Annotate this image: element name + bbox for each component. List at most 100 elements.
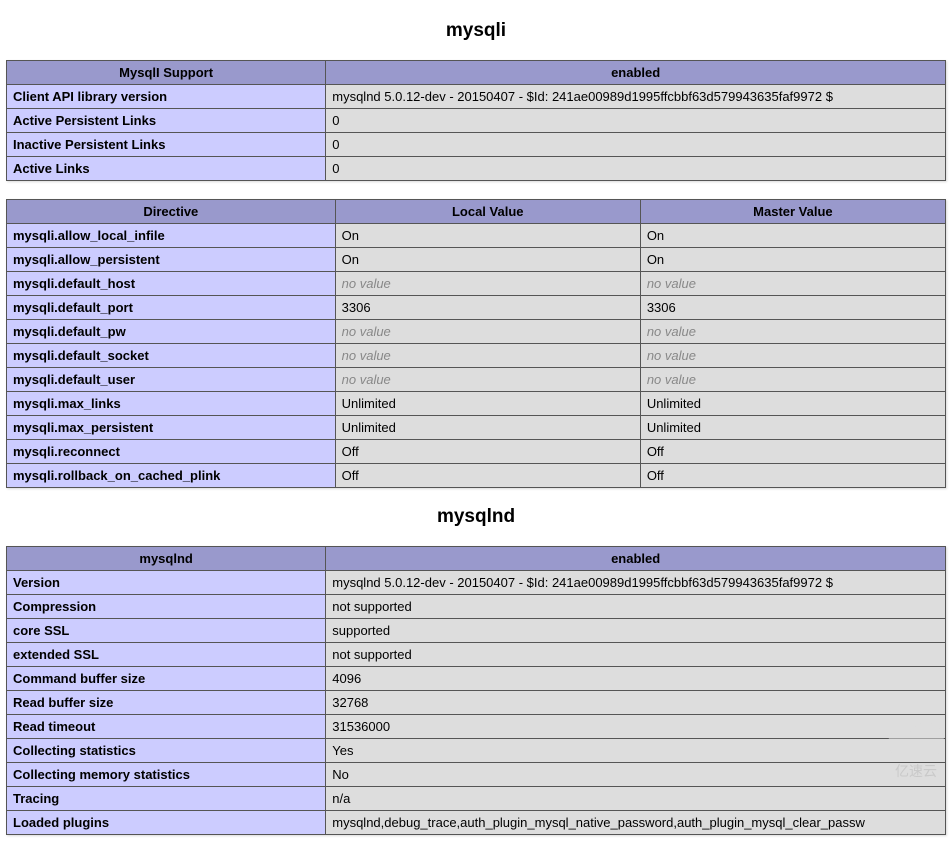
row-value: not supported xyxy=(326,643,946,667)
row-value: mysqlnd 5.0.12-dev - 20150407 - $Id: 241… xyxy=(326,571,946,595)
row-value: Unlimited xyxy=(335,416,640,440)
row-value: On xyxy=(335,248,640,272)
row-value: On xyxy=(335,224,640,248)
row-value: no value xyxy=(335,320,640,344)
table-row: Collecting memory statisticsNo xyxy=(7,763,946,787)
row-key: Version xyxy=(7,571,326,595)
row-key: mysqli.default_host xyxy=(7,272,336,296)
row-key: Read buffer size xyxy=(7,691,326,715)
row-key: mysqli.rollback_on_cached_plink xyxy=(7,464,336,488)
table-row: Collecting statisticsYes xyxy=(7,739,946,763)
row-value: Off xyxy=(335,440,640,464)
row-value: not supported xyxy=(326,595,946,619)
info-table: DirectiveLocal ValueMaster Valuemysqli.a… xyxy=(6,199,946,488)
row-value: No xyxy=(326,763,946,787)
row-key: mysqli.max_links xyxy=(7,392,336,416)
row-value: 4096 xyxy=(326,667,946,691)
row-key: Client API library version xyxy=(7,85,326,109)
row-value: Unlimited xyxy=(640,416,945,440)
table-row: core SSLsupported xyxy=(7,619,946,643)
row-key: Collecting statistics xyxy=(7,739,326,763)
table-header: enabled xyxy=(326,547,946,571)
row-value: 0 xyxy=(326,157,946,181)
table-row: Active Persistent Links0 xyxy=(7,109,946,133)
table-row: Client API library versionmysqlnd 5.0.12… xyxy=(7,85,946,109)
row-key: mysqli.default_user xyxy=(7,368,336,392)
table-row: mysqli.allow_persistentOnOn xyxy=(7,248,946,272)
row-key: Command buffer size xyxy=(7,667,326,691)
row-value: no value xyxy=(640,320,945,344)
row-key: Tracing xyxy=(7,787,326,811)
row-value: no value xyxy=(335,368,640,392)
row-value: no value xyxy=(335,344,640,368)
row-value: no value xyxy=(640,368,945,392)
row-key: mysqli.default_socket xyxy=(7,344,336,368)
row-value: 3306 xyxy=(640,296,945,320)
table-row: Read buffer size32768 xyxy=(7,691,946,715)
row-value: Yes xyxy=(326,739,946,763)
row-key: mysqli.default_port xyxy=(7,296,336,320)
row-value: supported xyxy=(326,619,946,643)
table-row: Loaded pluginsmysqlnd,debug_trace,auth_p… xyxy=(7,811,946,835)
table-header: MysqlI Support xyxy=(7,61,326,85)
row-value: 0 xyxy=(326,109,946,133)
table-row: Read timeout31536000 xyxy=(7,715,946,739)
table-row: Active Links0 xyxy=(7,157,946,181)
table-row: Inactive Persistent Links0 xyxy=(7,133,946,157)
table-row: mysqli.max_persistentUnlimitedUnlimited xyxy=(7,416,946,440)
row-value: no value xyxy=(640,344,945,368)
info-table: mysqlndenabledVersionmysqlnd 5.0.12-dev … xyxy=(6,546,946,835)
table-row: mysqli.default_hostno valueno value xyxy=(7,272,946,296)
table-row: mysqli.max_linksUnlimitedUnlimited xyxy=(7,392,946,416)
section-title: mysqlnd xyxy=(6,506,946,528)
row-value: no value xyxy=(640,272,945,296)
table-header: enabled xyxy=(326,61,946,85)
table-row: Tracingn/a xyxy=(7,787,946,811)
row-key: mysqli.max_persistent xyxy=(7,416,336,440)
table-header: mysqlnd xyxy=(7,547,326,571)
row-key: mysqli.reconnect xyxy=(7,440,336,464)
table-row: mysqli.reconnectOffOff xyxy=(7,440,946,464)
row-key: Active Persistent Links xyxy=(7,109,326,133)
row-value: On xyxy=(640,224,945,248)
row-value: Off xyxy=(335,464,640,488)
row-key: Compression xyxy=(7,595,326,619)
table-row: mysqli.default_userno valueno value xyxy=(7,368,946,392)
row-value: n/a xyxy=(326,787,946,811)
row-value: mysqlnd,debug_trace,auth_plugin_mysql_na… xyxy=(326,811,946,835)
row-key: mysqli.default_pw xyxy=(7,320,336,344)
table-row: extended SSLnot supported xyxy=(7,643,946,667)
row-value: 3306 xyxy=(335,296,640,320)
row-key: Inactive Persistent Links xyxy=(7,133,326,157)
table-header: Master Value xyxy=(640,200,945,224)
row-key: core SSL xyxy=(7,619,326,643)
section-title: mysqli xyxy=(6,20,946,42)
table-row: Versionmysqlnd 5.0.12-dev - 20150407 - $… xyxy=(7,571,946,595)
row-key: mysqli.allow_local_infile xyxy=(7,224,336,248)
row-value: Unlimited xyxy=(640,392,945,416)
table-row: mysqli.default_socketno valueno value xyxy=(7,344,946,368)
row-value: Unlimited xyxy=(335,392,640,416)
table-header: Local Value xyxy=(335,200,640,224)
row-key: Read timeout xyxy=(7,715,326,739)
table-row: mysqli.rollback_on_cached_plinkOffOff xyxy=(7,464,946,488)
row-value: On xyxy=(640,248,945,272)
info-table: MysqlI SupportenabledClient API library … xyxy=(6,60,946,181)
table-row: mysqli.default_port33063306 xyxy=(7,296,946,320)
row-value: 32768 xyxy=(326,691,946,715)
row-value: mysqlnd 5.0.12-dev - 20150407 - $Id: 241… xyxy=(326,85,946,109)
table-header: Directive xyxy=(7,200,336,224)
row-key: Collecting memory statistics xyxy=(7,763,326,787)
table-row: Compressionnot supported xyxy=(7,595,946,619)
table-row: Command buffer size4096 xyxy=(7,667,946,691)
row-key: extended SSL xyxy=(7,643,326,667)
row-value: Off xyxy=(640,440,945,464)
row-value: 0 xyxy=(326,133,946,157)
row-value: 31536000 xyxy=(326,715,946,739)
table-row: mysqli.allow_local_infileOnOn xyxy=(7,224,946,248)
row-key: Loaded plugins xyxy=(7,811,326,835)
row-key: mysqli.allow_persistent xyxy=(7,248,336,272)
row-value: Off xyxy=(640,464,945,488)
row-key: Active Links xyxy=(7,157,326,181)
row-value: no value xyxy=(335,272,640,296)
